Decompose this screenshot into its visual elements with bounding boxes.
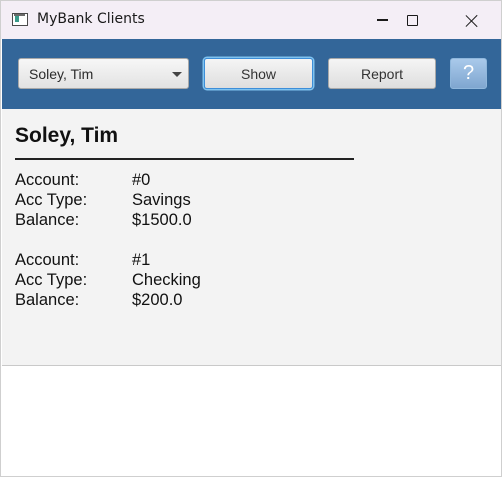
account-number-row: Account: #0 xyxy=(15,171,315,191)
account-label: Account: xyxy=(15,251,80,269)
help-button[interactable]: ? xyxy=(450,58,487,89)
balance-label: Balance: xyxy=(15,291,80,309)
close-icon xyxy=(465,14,478,27)
toolbar: Soley, Tim Show Report ? xyxy=(2,39,501,109)
heading-divider xyxy=(15,158,354,160)
account-label: Account: xyxy=(15,171,80,189)
report-button[interactable]: Report xyxy=(328,58,436,89)
close-button[interactable] xyxy=(448,1,494,39)
app-window: MyBank Clients Soley, Tim Show Report ? … xyxy=(0,0,502,477)
account-type-label: Acc Type: xyxy=(15,191,88,209)
maximize-icon xyxy=(406,14,418,26)
balance-value: $200.0 xyxy=(132,291,183,309)
minimize-icon xyxy=(376,19,388,21)
account-type-row: Acc Type: Savings xyxy=(15,191,315,211)
chevron-down-icon xyxy=(172,72,182,77)
account-number: #1 xyxy=(132,251,151,269)
client-select[interactable]: Soley, Tim xyxy=(18,58,189,89)
account-type-label: Acc Type: xyxy=(15,271,88,289)
show-button[interactable]: Show xyxy=(204,58,313,89)
balance-row: Balance: $200.0 xyxy=(15,291,315,311)
account-type-row: Acc Type: Checking xyxy=(15,271,315,291)
account-type: Checking xyxy=(132,271,201,289)
client-select-value: Soley, Tim xyxy=(29,66,94,82)
balance-value: $1500.0 xyxy=(132,211,192,229)
client-details-panel: Soley, Tim Account: #0 Acc Type: Savings… xyxy=(2,109,501,366)
client-name-heading: Soley, Tim xyxy=(15,124,119,147)
window-title: MyBank Clients xyxy=(37,11,145,27)
account-block: Account: #0 Acc Type: Savings Balance: $… xyxy=(15,171,315,231)
balance-label: Balance: xyxy=(15,211,80,229)
balance-row: Balance: $1500.0 xyxy=(15,211,315,231)
app-window-icon xyxy=(12,13,28,26)
account-number: #0 xyxy=(132,171,151,189)
account-number-row: Account: #1 xyxy=(15,251,315,271)
maximize-button[interactable] xyxy=(389,1,435,39)
title-bar[interactable]: MyBank Clients xyxy=(1,1,501,39)
account-block: Account: #1 Acc Type: Checking Balance: … xyxy=(15,251,315,311)
account-type: Savings xyxy=(132,191,191,209)
